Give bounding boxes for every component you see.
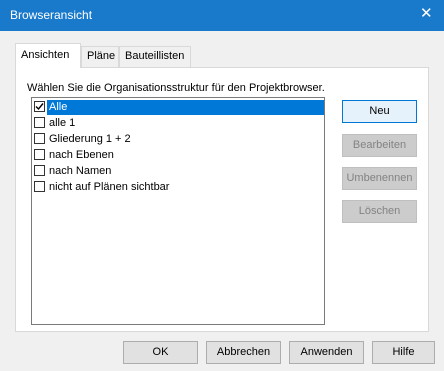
browser-view-dialog: Browseransicht ✕ Ansichten Pläne Bauteil…	[0, 0, 444, 371]
item-checkbox[interactable]	[34, 149, 45, 160]
tab-views[interactable]: Ansichten	[15, 43, 81, 68]
list-item[interactable]: nach Ebenen	[34, 148, 322, 163]
title-bar[interactable]: Browseransicht ✕	[0, 0, 444, 31]
list-item[interactable]: nach Namen	[34, 164, 322, 179]
item-label: nach Namen	[49, 165, 112, 177]
help-button[interactable]: Hilfe	[372, 341, 435, 364]
cancel-button[interactable]: Abbrechen	[206, 341, 281, 364]
tab-panel-views: Wählen Sie die Organisationsstruktur für…	[15, 67, 429, 332]
list-item[interactable]: Gliederung 1 + 2	[34, 132, 322, 147]
item-checkbox[interactable]	[34, 165, 45, 176]
item-checkbox[interactable]	[34, 101, 45, 112]
item-checkbox[interactable]	[34, 117, 45, 128]
ok-button[interactable]: OK	[123, 341, 198, 364]
organization-list[interactable]: Alle alle 1 Gliederung 1 + 2 nach Ebenen…	[31, 97, 325, 325]
tab-sheets[interactable]: Pläne	[81, 46, 119, 67]
tab-sheets-label: Pläne	[87, 50, 116, 62]
checkmark-icon	[35, 103, 44, 111]
item-label: nach Ebenen	[49, 149, 114, 161]
apply-button[interactable]: Anwenden	[289, 341, 364, 364]
list-item[interactable]: Alle	[34, 100, 324, 115]
delete-button[interactable]: Löschen	[342, 200, 417, 223]
item-checkbox[interactable]	[34, 181, 45, 192]
item-label: Alle	[47, 100, 324, 115]
tab-schedules-label: Bauteillisten	[125, 50, 185, 62]
list-item[interactable]: alle 1	[34, 116, 322, 131]
close-icon: ✕	[420, 5, 433, 22]
instruction-text: Wählen Sie die Organisationsstruktur für…	[27, 82, 325, 94]
edit-button[interactable]: Bearbeiten	[342, 134, 417, 157]
item-label: Gliederung 1 + 2	[49, 133, 131, 145]
item-checkbox[interactable]	[34, 133, 45, 144]
list-item[interactable]: nicht auf Plänen sichtbar	[34, 180, 322, 195]
window-title: Browseransicht	[10, 8, 93, 22]
close-button[interactable]: ✕	[404, 0, 444, 31]
tab-schedules[interactable]: Bauteillisten	[119, 46, 191, 67]
rename-button[interactable]: Umbenennen	[342, 167, 417, 190]
item-label: nicht auf Plänen sichtbar	[49, 181, 170, 193]
tab-views-label: Ansichten	[21, 49, 70, 61]
new-button[interactable]: Neu	[342, 100, 417, 123]
item-label: alle 1	[49, 117, 76, 129]
